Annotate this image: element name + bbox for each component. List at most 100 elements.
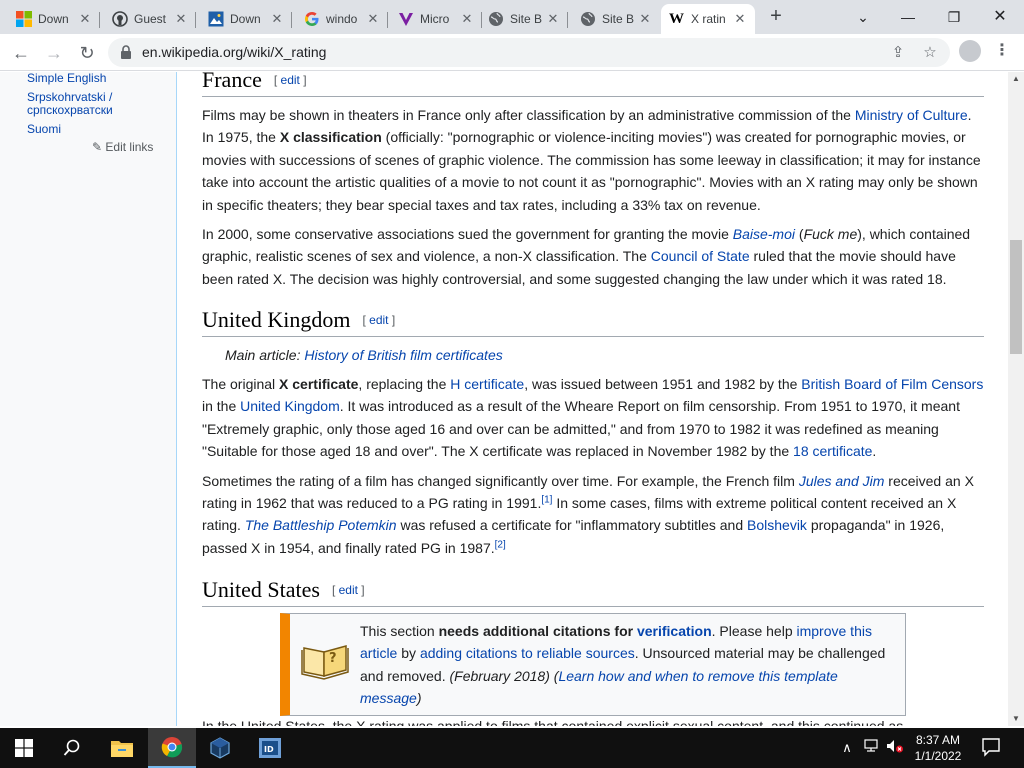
scroll-up-icon[interactable]: ▲ (1008, 72, 1024, 86)
network-icon[interactable] (862, 738, 880, 758)
tab-separator (387, 12, 388, 28)
reference-link[interactable]: [2] (495, 539, 506, 550)
language-list: Simple English Srpskohrvatski / српскохр… (27, 72, 137, 142)
url-text[interactable]: en.wikipedia.org/wiki/X_rating (142, 44, 326, 60)
paragraph: Sometimes the rating of a film has chang… (202, 470, 984, 560)
chrome-menu-icon[interactable]: ⋮ (994, 42, 1010, 60)
new-tab-button[interactable]: + (765, 5, 787, 27)
page-viewport: Simple English Srpskohrvatski / српскохр… (0, 72, 1008, 726)
text: Sometimes the rating of a film has chang… (202, 472, 799, 489)
tab-title: windo (326, 12, 358, 26)
language-link[interactable]: Suomi (27, 123, 137, 136)
section-edit: [ edit ] (331, 583, 365, 597)
link-main-article[interactable]: History of British film certificates (304, 347, 502, 363)
svg-text:ID: ID (264, 745, 274, 754)
back-button[interactable]: ← (8, 40, 34, 66)
link-18-certificate[interactable]: 18 certificate (793, 443, 872, 459)
profile-avatar-icon[interactable] (959, 40, 981, 62)
tab-close-icon[interactable]: ✕ (460, 11, 474, 27)
link-ministry-of-culture[interactable]: Ministry of Culture (855, 107, 968, 123)
wikipedia-w-icon: W (669, 11, 684, 27)
tab-close-icon[interactable]: ✕ (366, 11, 380, 27)
search-icon[interactable] (48, 728, 96, 768)
tab-close-icon[interactable]: ✕ (174, 11, 188, 27)
link-battleship-potemkin[interactable]: The Battleship Potemkin (245, 517, 397, 533)
text: Films may be shown in theaters in France… (202, 107, 855, 123)
virtualbox-icon[interactable] (196, 728, 244, 768)
link-council-of-state[interactable]: Council of State (651, 248, 750, 264)
text: Main article: (225, 347, 305, 363)
text: In 2000, some conservative associations … (202, 226, 733, 243)
text: . (872, 443, 877, 460)
tab-7[interactable]: Site B ✕ (572, 4, 660, 34)
chrome-icon[interactable] (148, 728, 196, 768)
paragraph: Films may be shown in theaters in France… (202, 104, 984, 216)
tab-3[interactable]: Down ✕ (200, 4, 292, 34)
link-bolshevik[interactable]: Bolshevik (747, 517, 807, 533)
tab-close-icon[interactable]: ✕ (733, 11, 747, 27)
link-united-kingdom[interactable]: United Kingdom (240, 398, 340, 414)
globe-icon (488, 11, 504, 27)
bookmark-star-icon[interactable]: ☆ (920, 43, 940, 63)
tab-5[interactable]: Micro ✕ (390, 4, 482, 34)
edit-link[interactable]: edit (281, 73, 300, 87)
tab-strip: Down ✕ Guest ✕ Down ✕ windo ✕ Micro ✕ Si… (0, 0, 1024, 34)
paragraph: The original X certificate, replacing th… (202, 373, 984, 463)
forward-button[interactable]: → (41, 40, 67, 66)
notification-icon[interactable] (980, 736, 1002, 760)
edit-link[interactable]: edit (339, 583, 358, 597)
section-united-states: United States [ edit ] ? This section nee… (202, 576, 984, 716)
language-link[interactable]: Srpskohrvatski / српскохрватски (27, 91, 137, 117)
tab-separator (99, 12, 100, 28)
reference-link[interactable]: [1] (541, 494, 552, 505)
reload-button[interactable]: ↻ (74, 40, 100, 66)
text: , was issued between 1951 and 1982 by th… (524, 376, 802, 392)
edit-links[interactable]: ✎ Edit links (92, 140, 153, 154)
link-verification[interactable]: verification (637, 623, 712, 639)
date-text: (February 2018) (449, 667, 550, 684)
tab-4[interactable]: windo ✕ (296, 4, 388, 34)
image-icon (208, 11, 224, 27)
restore-button[interactable]: ❐ (932, 4, 976, 30)
link-baise-moi[interactable]: Baise-moi (733, 226, 795, 242)
tab-close-icon[interactable]: ✕ (78, 11, 92, 27)
link-h-certificate[interactable]: H certificate (450, 376, 524, 392)
wiki-sidebar: Simple English Srpskohrvatski / српскохр… (0, 72, 176, 726)
tab-close-icon[interactable]: ✕ (638, 11, 652, 27)
section-heading: United Kingdom [ edit ] (202, 306, 984, 337)
tab-search-icon[interactable]: ⌄ (841, 4, 885, 30)
google-g-icon (304, 11, 320, 27)
share-icon[interactable]: ⇪ (888, 43, 908, 63)
minimize-button[interactable]: — (886, 4, 930, 30)
scroll-down-icon[interactable]: ▼ (1008, 712, 1024, 726)
section-france: France [ edit ] Films may be shown in the… (202, 72, 984, 290)
address-bar[interactable]: en.wikipedia.org/wiki/X_rating ⇪ ☆ (108, 38, 950, 67)
page-scrollbar[interactable]: ▲ ▼ (1008, 72, 1024, 726)
tab-active[interactable]: W X ratin ✕ (661, 4, 755, 34)
language-link[interactable]: Simple English (27, 72, 137, 85)
link-jules-and-jim[interactable]: Jules and Jim (799, 473, 885, 489)
cpu-z-icon[interactable]: ID (246, 728, 294, 768)
start-icon[interactable] (0, 728, 48, 768)
tab-2[interactable]: Guest ✕ (104, 4, 196, 34)
section-united-kingdom: United Kingdom [ edit ] Main article: His… (202, 306, 984, 559)
italic-text: Fuck me (803, 226, 858, 243)
show-hidden-icons-icon[interactable]: ∧ (838, 738, 856, 758)
tab-6[interactable]: Site B ✕ (480, 4, 568, 34)
file-explorer-icon[interactable] (98, 728, 146, 768)
tab-1[interactable]: Down ✕ (8, 4, 100, 34)
tab-close-icon[interactable]: ✕ (270, 11, 284, 27)
browser-toolbar: ← → ↻ en.wikipedia.org/wiki/X_rating ⇪ ☆ (0, 34, 1024, 71)
text: This section (360, 623, 439, 639)
windows-logo-icon (16, 11, 32, 27)
edit-link[interactable]: edit (369, 313, 388, 327)
tab-close-icon[interactable]: ✕ (546, 11, 560, 27)
volume-muted-icon[interactable] (886, 738, 904, 758)
close-window-button[interactable]: ✕ (978, 4, 1022, 30)
scrollbar-thumb[interactable] (1010, 240, 1022, 354)
book-question-icon: ? (300, 636, 350, 680)
v-logo-icon (398, 11, 414, 27)
system-clock[interactable]: 8:37 AM 1/1/2022 (906, 732, 970, 764)
link-bbfc[interactable]: British Board of Film Censors (801, 376, 983, 392)
link-adding-citations[interactable]: adding citations to reliable sources (420, 645, 635, 661)
